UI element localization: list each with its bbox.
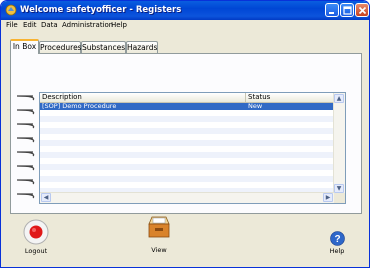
column-header-status[interactable]: Status bbox=[245, 93, 334, 102]
help-button[interactable]: ? Help bbox=[307, 229, 367, 257]
logout-icon bbox=[23, 219, 49, 245]
tab-in-box[interactable]: In Box bbox=[10, 39, 39, 54]
row-description: [SOP] Demo Procedure bbox=[42, 102, 117, 110]
menu-file[interactable]: File bbox=[6, 21, 18, 29]
scroll-down-icon[interactable]: ▼ bbox=[334, 184, 344, 193]
close-button[interactable] bbox=[355, 3, 369, 17]
vertical-scrollbar[interactable]: ▲ ▼ bbox=[333, 93, 345, 194]
inbox-table: Description Status [SOP] Demo Procedure … bbox=[39, 92, 346, 204]
title-bar: Welcome safetyofficer - Registers bbox=[1, 1, 369, 20]
scroll-right-icon[interactable]: ▶ bbox=[323, 193, 333, 202]
scrollbar-corner bbox=[334, 193, 345, 203]
maximize-icon bbox=[343, 6, 352, 15]
menu-data[interactable]: Data bbox=[41, 21, 58, 29]
logout-label: Logout bbox=[24, 247, 48, 255]
close-icon bbox=[358, 6, 367, 15]
tab-substances[interactable]: Substances bbox=[81, 41, 126, 53]
horizontal-scrollbar[interactable]: ◀ ▶ bbox=[40, 192, 334, 203]
help-label: Help bbox=[329, 247, 345, 255]
table-row[interactable]: [SOP] Demo Procedure New bbox=[40, 103, 334, 110]
app-icon bbox=[5, 4, 17, 16]
view-label: View bbox=[151, 246, 167, 254]
svg-text:?: ? bbox=[334, 234, 340, 245]
menu-edit[interactable]: Edit bbox=[23, 21, 37, 29]
tab-procedures[interactable]: Procedures bbox=[39, 41, 82, 53]
view-button[interactable]: View bbox=[129, 213, 189, 257]
menu-help[interactable]: Help bbox=[111, 21, 127, 29]
app-window: Welcome safetyofficer - Registers File E… bbox=[0, 0, 370, 268]
maximize-button[interactable] bbox=[340, 3, 354, 17]
menu-bar: File Edit Data Administration Help bbox=[2, 20, 368, 31]
menu-administration[interactable]: Administration bbox=[62, 21, 113, 29]
row-status: New bbox=[248, 102, 263, 110]
minimize-button[interactable] bbox=[325, 3, 339, 17]
minimize-icon bbox=[329, 12, 334, 14]
tab-hazards[interactable]: Hazards bbox=[126, 41, 158, 53]
scroll-left-icon[interactable]: ◀ bbox=[41, 193, 51, 202]
window-title: Welcome safetyofficer - Registers bbox=[20, 5, 182, 15]
column-header-description[interactable]: Description bbox=[40, 93, 245, 102]
scroll-up-icon[interactable]: ▲ bbox=[334, 94, 344, 103]
binder-rings-icon bbox=[16, 95, 35, 199]
view-tray-icon bbox=[148, 216, 170, 238]
logout-button[interactable]: Logout bbox=[6, 217, 66, 257]
help-icon: ? bbox=[330, 231, 345, 246]
